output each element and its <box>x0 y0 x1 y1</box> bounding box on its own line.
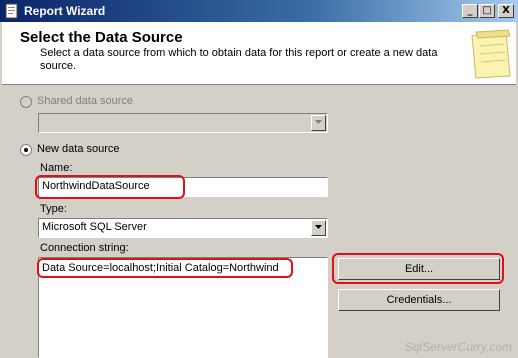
credentials-button[interactable]: Credentials... <box>338 289 500 311</box>
chevron-down-icon[interactable] <box>311 115 326 131</box>
shared-source-radio[interactable] <box>20 96 32 108</box>
shared-source-label: Shared data source <box>37 95 134 107</box>
chevron-down-icon[interactable] <box>311 220 326 236</box>
page-description: Select a data source from which to obtai… <box>40 47 438 72</box>
new-source-radio[interactable] <box>20 144 32 156</box>
type-label: Type: <box>40 203 67 215</box>
edit-button[interactable]: Edit... <box>338 258 500 280</box>
report-wizard-icon <box>4 3 20 19</box>
watermark: SqlServerCurry.com <box>404 340 512 354</box>
name-field[interactable]: NorthwindDataSource <box>38 177 328 197</box>
notepad-icon <box>466 28 514 80</box>
report-wizard-window: Report Wizard _ □ X Select the Data Sour… <box>0 0 518 358</box>
close-button[interactable]: X <box>498 4 514 18</box>
title-bar: Report Wizard _ □ X <box>0 0 518 22</box>
connection-string-field[interactable]: Data Source=localhost;Initial Catalog=No… <box>38 257 328 358</box>
new-source-label: New data source <box>37 143 120 155</box>
window-title: Report Wizard <box>24 4 106 18</box>
wizard-header: Select the Data Source Select a data sou… <box>2 22 516 85</box>
maximize-button[interactable]: □ <box>479 4 495 18</box>
minimize-button[interactable]: _ <box>462 4 478 18</box>
name-label: Name: <box>40 162 73 174</box>
type-select[interactable]: Microsoft SQL Server <box>38 218 328 238</box>
shared-source-select[interactable] <box>38 113 328 133</box>
page-title: Select the Data Source <box>20 29 183 46</box>
connection-string-label: Connection string: <box>40 242 129 254</box>
